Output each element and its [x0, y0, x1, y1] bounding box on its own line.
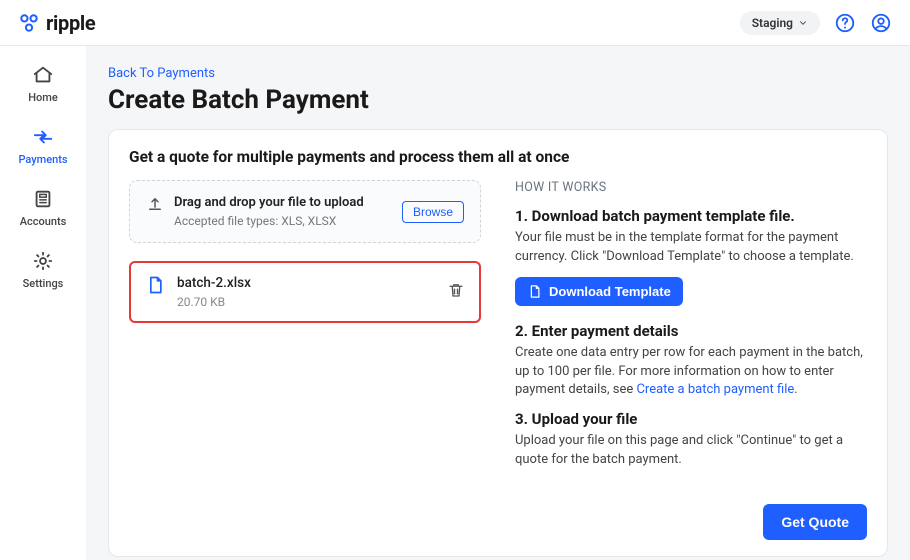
step2-body: Create one data entry per row for each p… [515, 344, 867, 401]
card-heading: Get a quote for multiple payments and pr… [129, 148, 867, 166]
step2-title: 2. Enter payment details [515, 322, 867, 340]
sidebar: Home Payments Accounts Settings [0, 46, 86, 560]
nav-item-accounts[interactable]: Accounts [0, 188, 86, 228]
nav-label-accounts: Accounts [20, 215, 67, 228]
step2-body-end: . [794, 382, 797, 397]
browse-button[interactable]: Browse [402, 201, 464, 223]
nav-item-settings[interactable]: Settings [0, 250, 86, 290]
batch-payment-card: Get a quote for multiple payments and pr… [108, 129, 888, 557]
brand-logo[interactable]: ripple [18, 11, 95, 35]
step1-body: Your file must be in the template format… [515, 229, 867, 267]
accounts-icon [32, 188, 54, 210]
nav-label-payments: Payments [18, 153, 67, 166]
topbar: ripple Staging [0, 0, 910, 46]
create-batch-file-link[interactable]: Create a batch payment file [636, 382, 794, 397]
nav-item-home[interactable]: Home [0, 64, 86, 104]
step1-title: 1. Download batch payment template file. [515, 207, 867, 225]
brand-name: ripple [46, 11, 95, 35]
uploaded-file-name: batch-2.xlsx [177, 275, 251, 291]
upload-dropzone[interactable]: Drag and drop your file to upload Accept… [129, 180, 481, 243]
page-title: Create Batch Payment [108, 85, 888, 115]
step3-title: 3. Upload your file [515, 410, 867, 428]
step3-body: Upload your file on this page and click … [515, 432, 867, 470]
dropzone-title: Drag and drop your file to upload [174, 195, 364, 210]
upload-icon [146, 195, 164, 217]
get-quote-button[interactable]: Get Quote [763, 504, 867, 540]
how-it-works-label: HOW IT WORKS [515, 180, 867, 195]
nav-label-home: Home [28, 91, 58, 104]
download-template-label: Download Template [549, 284, 671, 299]
environment-label: Staging [752, 16, 793, 30]
home-icon [32, 64, 54, 86]
ripple-logo-icon [18, 12, 40, 34]
chevron-down-icon [798, 18, 808, 28]
uploaded-file-size: 20.70 KB [177, 295, 251, 309]
delete-file-button[interactable] [447, 281, 465, 303]
download-template-button[interactable]: Download Template [515, 277, 683, 306]
profile-icon[interactable] [870, 12, 892, 34]
uploaded-file-chip: batch-2.xlsx 20.70 KB [129, 261, 481, 323]
environment-switcher[interactable]: Staging [740, 11, 820, 35]
help-icon[interactable] [834, 12, 856, 34]
payments-icon [32, 126, 54, 148]
file-icon [145, 275, 165, 299]
settings-icon [32, 250, 54, 272]
nav-item-payments[interactable]: Payments [0, 126, 86, 166]
nav-label-settings: Settings [23, 277, 64, 290]
breadcrumb-back[interactable]: Back To Payments [108, 66, 215, 81]
main-content: Back To Payments Create Batch Payment Ge… [86, 46, 910, 560]
dropzone-accepted: Accepted file types: XLS, XLSX [174, 214, 364, 228]
file-icon [527, 284, 542, 299]
